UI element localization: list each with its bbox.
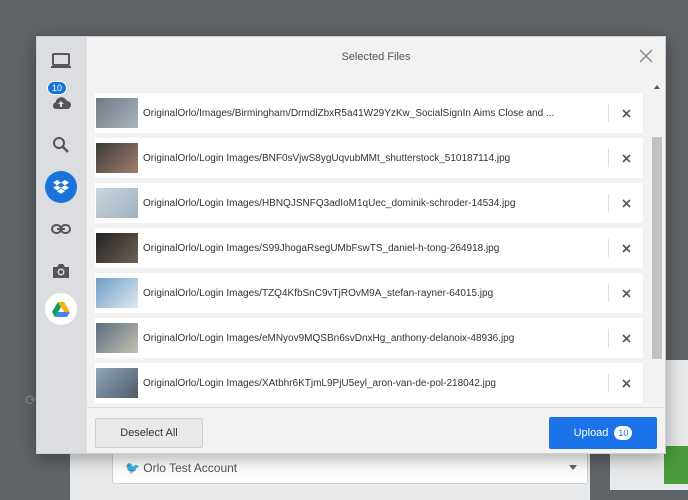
scroll-up-arrow-icon[interactable]: [654, 85, 660, 89]
dropbox-icon: [53, 180, 69, 194]
account-select[interactable]: 🐦 Orlo Test Account: [112, 452, 588, 484]
list-item: OriginalOrlo/Images/Birmingham/DrmdlZbxR…: [95, 93, 643, 133]
background-icon: ⟳: [25, 392, 37, 408]
upload-button[interactable]: Upload 10: [549, 417, 657, 449]
selected-files-list: OriginalOrlo/Images/Birmingham/DrmdlZbxR…: [87, 85, 647, 407]
file-name: OriginalOrlo/Login Images/BNF0sVjwS8ygUq…: [143, 152, 511, 164]
file-name: OriginalOrlo/Login Images/S99JhogaRsegUM…: [143, 242, 500, 254]
remove-file-button[interactable]: [609, 153, 643, 163]
file-name: OriginalOrlo/Login Images/XAtbhr6KTjmL9P…: [143, 377, 496, 389]
scrollbar-thumb[interactable]: [652, 137, 662, 359]
list-item: OriginalOrlo/Login Images/eMNyov9MQSBn6s…: [95, 318, 643, 358]
upload-count-badge: 10: [614, 426, 633, 440]
list-item: OriginalOrlo/Login Images/TZQ4KfbSnC9vTj…: [95, 273, 643, 313]
file-thumbnail: [96, 368, 138, 398]
file-name: OriginalOrlo/Login Images/eMNyov9MQSBn6s…: [143, 332, 515, 344]
remove-file-button[interactable]: [609, 378, 643, 388]
remove-file-button[interactable]: [609, 108, 643, 118]
laptop-icon: [51, 53, 71, 68]
source-sidebar: 10: [37, 37, 87, 453]
remove-file-button[interactable]: [609, 288, 643, 298]
sidebar-item-computer[interactable]: [45, 45, 77, 77]
scrollbar[interactable]: [651, 85, 663, 407]
sidebar-item-camera[interactable]: [45, 255, 77, 287]
link-icon: [51, 224, 71, 234]
close-icon: [621, 153, 631, 163]
list-item: OriginalOrlo/Login Images/XAtbhr6KTjmL9P…: [95, 363, 643, 403]
sidebar-item-link[interactable]: [45, 213, 77, 245]
file-thumbnail: [96, 98, 138, 128]
modal-title: Selected Files: [341, 51, 411, 63]
close-icon: [621, 333, 631, 343]
deselect-all-button[interactable]: Deselect All: [95, 418, 203, 448]
file-thumbnail: [96, 188, 138, 218]
list-item: OriginalOrlo/Login Images/HBNQJSNFQ3adIo…: [95, 183, 643, 223]
close-icon: [621, 288, 631, 298]
background-green-button[interactable]: [664, 446, 688, 484]
search-icon: [53, 137, 69, 153]
sidebar-item-search[interactable]: [45, 129, 77, 161]
close-icon: [621, 378, 631, 388]
account-select-value: Orlo Test Account: [143, 461, 238, 475]
file-picker-modal: 10 Selected Files OriginalOrlo/Images/Bi…: [36, 36, 666, 454]
twitter-icon: 🐦: [125, 461, 140, 475]
file-thumbnail: [96, 143, 138, 173]
file-thumbnail: [96, 323, 138, 353]
remove-file-button[interactable]: [609, 243, 643, 253]
upload-count-badge: 10: [47, 81, 68, 95]
chevron-down-icon: [569, 465, 577, 470]
list-item: OriginalOrlo/Login Images/S99JhogaRsegUM…: [95, 228, 643, 268]
cloud-upload-icon: [52, 97, 71, 109]
google-drive-icon: [52, 302, 70, 317]
remove-file-button[interactable]: [609, 333, 643, 343]
remove-file-button[interactable]: [609, 198, 643, 208]
modal-footer: Deselect All Upload 10: [87, 407, 665, 454]
file-name: OriginalOrlo/Login Images/TZQ4KfbSnC9vTj…: [143, 287, 494, 299]
sidebar-item-dropbox[interactable]: [45, 171, 77, 203]
sidebar-item-upload[interactable]: 10: [45, 81, 77, 119]
close-icon: [621, 198, 631, 208]
file-name: OriginalOrlo/Images/Birmingham/DrmdlZbxR…: [143, 107, 555, 119]
upload-button-label: Upload: [573, 427, 609, 439]
close-icon[interactable]: [637, 47, 655, 65]
file-name: OriginalOrlo/Login Images/HBNQJSNFQ3adIo…: [143, 197, 516, 209]
list-item: OriginalOrlo/Login Images/BNF0sVjwS8ygUq…: [95, 138, 643, 178]
file-thumbnail: [96, 233, 138, 263]
close-icon: [621, 108, 631, 118]
file-thumbnail: [96, 278, 138, 308]
close-icon: [621, 243, 631, 253]
sidebar-item-google-drive[interactable]: [45, 293, 77, 325]
camera-icon: [53, 264, 69, 278]
